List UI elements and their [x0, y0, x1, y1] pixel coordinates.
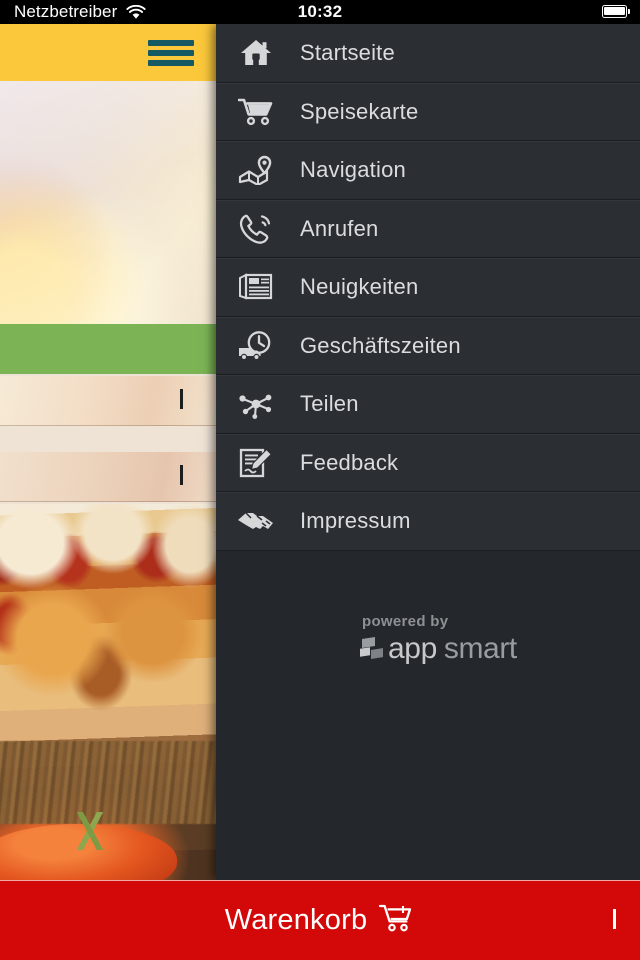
shopping-cart-icon	[224, 83, 288, 142]
handshake-icon	[224, 492, 288, 551]
shopping-cart-icon	[379, 902, 415, 939]
chevron-right-icon	[180, 388, 183, 410]
menu-item-label: Anrufen	[300, 215, 379, 241]
accent-green-bar	[0, 324, 216, 374]
menu-item-anrufen[interactable]: Anrufen	[216, 199, 640, 259]
menu-item-label: Speisekarte	[300, 98, 419, 124]
newspaper-icon	[224, 258, 288, 317]
menu-item-label: Navigation	[300, 157, 406, 183]
list-item[interactable]	[0, 452, 216, 502]
share-icon	[224, 375, 288, 434]
app-top-bar	[0, 24, 216, 81]
phone-icon	[224, 200, 288, 259]
menu-item-impressum[interactable]: Impressum	[216, 492, 640, 551]
branding-block: powered by app smart	[216, 607, 640, 666]
phone-screen: Netzbetreiber 10:32 Startseite Speisekar…	[0, 0, 640, 960]
menu-item-geschaeftszeiten[interactable]: Geschäftszeiten	[216, 316, 640, 376]
menu-item-label: Impressum	[300, 508, 411, 534]
brand-name-app: app	[388, 632, 437, 665]
appsmart-logo-icon: app smart	[360, 632, 640, 666]
home-icon	[224, 24, 288, 83]
app-content-behind-drawer	[0, 24, 216, 880]
cart-label: Warenkorb	[224, 904, 368, 936]
menu-item-label: Startseite	[300, 39, 395, 65]
menu-item-teilen[interactable]: Teilen	[216, 375, 640, 434]
side-drawer-menu: Startseite Speisekarte Navigation Anrufe…	[216, 24, 640, 880]
menu-item-feedback[interactable]: Feedback	[216, 433, 640, 493]
chevron-right-icon[interactable]	[613, 908, 616, 930]
map-pin-icon	[224, 141, 288, 200]
menu-item-label: Geschäftszeiten	[300, 332, 461, 358]
powered-by-label: powered by	[362, 613, 449, 630]
battery-full-icon	[602, 5, 630, 18]
pizza-photo	[0, 504, 216, 880]
menu-item-label: Teilen	[300, 391, 359, 417]
appsmart-mark-icon	[360, 636, 386, 662]
form-pencil-icon	[224, 434, 288, 493]
hero-image	[0, 81, 216, 324]
menu-item-speisekarte[interactable]: Speisekarte	[216, 82, 640, 142]
menu-item-navigation[interactable]: Navigation	[216, 141, 640, 200]
delivery-clock-icon	[224, 317, 288, 376]
menu-item-neuigkeiten[interactable]: Neuigkeiten	[216, 258, 640, 317]
menu-item-label: Neuigkeiten	[300, 274, 419, 300]
hamburger-icon[interactable]	[148, 39, 194, 66]
menu-item-startseite[interactable]: Startseite	[216, 24, 640, 83]
menu-item-label: Feedback	[300, 449, 399, 475]
list-item[interactable]	[0, 376, 216, 426]
brand-name-smart: smart	[443, 632, 517, 665]
status-bar: Netzbetreiber 10:32	[0, 0, 640, 24]
clock-label: 10:32	[297, 2, 343, 21]
chevron-right-icon	[180, 464, 183, 486]
cart-bar[interactable]: Warenkorb	[0, 880, 640, 960]
drawer-footer: powered by app smart	[216, 607, 640, 880]
